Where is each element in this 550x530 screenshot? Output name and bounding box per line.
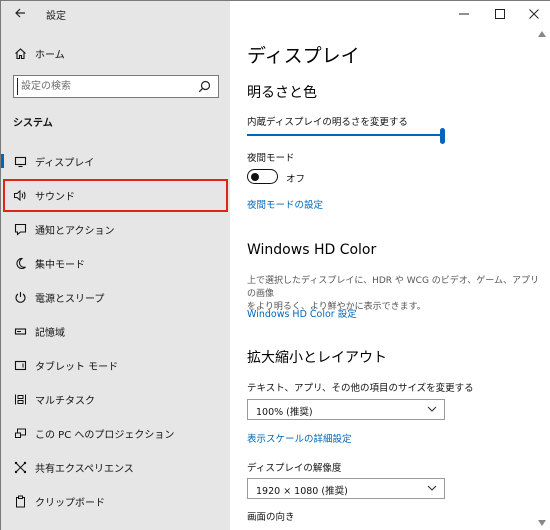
search-input[interactable]	[17, 78, 192, 95]
sidebar-item-label: 通知とアクション	[35, 225, 115, 237]
night-mode-settings-link[interactable]: 夜間モードの設定	[247, 197, 323, 211]
sidebar-item-label: この PC へのプロジェクション	[35, 429, 175, 441]
settings-window: 設定 ホーム システム ディスプレイ	[0, 0, 550, 530]
resolution-dropdown-value: 1920 × 1080 (推奨)	[256, 486, 348, 497]
sidebar-item-label: タブレット モード	[35, 361, 119, 373]
brightness-slider-thumb[interactable]	[440, 128, 445, 144]
sidebar-item-focus[interactable]: 集中モード	[1, 246, 230, 280]
night-mode-state: オフ	[286, 174, 306, 185]
section-label-system: システム	[13, 118, 53, 129]
storage-icon	[13, 324, 27, 338]
night-mode-label: 夜間モード	[247, 153, 295, 164]
window-title: 設定	[46, 11, 66, 22]
resolution-dropdown[interactable]: 1920 × 1080 (推奨)	[247, 478, 445, 499]
brightness-slider-label: 内蔵ディスプレイの明るさを変更する	[247, 117, 408, 128]
home-icon	[13, 46, 27, 60]
sidebar-item-projection[interactable]: この PC へのプロジェクション	[1, 416, 230, 450]
sidebar-item-label: 記憶域	[35, 327, 65, 339]
sidebar-item-label: ディスプレイ	[35, 157, 95, 169]
sidebar-item-label: マルチタスク	[35, 395, 95, 407]
orientation-label: 画面の向き	[247, 512, 295, 523]
scale-dropdown-value: 100% (推奨)	[256, 407, 313, 418]
sidebar-item-notifications[interactable]: 通知とアクション	[1, 212, 230, 246]
page-title: ディスプレイ	[247, 45, 360, 67]
sidebar-item-label: 集中モード	[35, 259, 85, 271]
brightness-slider-track[interactable]	[247, 134, 443, 136]
night-mode-toggle[interactable]	[247, 169, 278, 184]
back-arrow-icon[interactable]	[13, 6, 27, 20]
moon-icon	[13, 256, 27, 270]
scroll-up-icon[interactable]	[538, 31, 546, 37]
highlight-frame	[3, 179, 228, 212]
sidebar-item-shared-experiences[interactable]: 共有エクスペリエンス	[1, 450, 230, 484]
sidebar-item-home-label: ホーム	[35, 49, 65, 61]
advanced-scaling-link[interactable]: 表示スケールの詳細設定	[247, 431, 352, 445]
sidebar-item-multitask[interactable]: マルチタスク	[1, 382, 230, 416]
toggle-knob	[251, 172, 259, 181]
hd-color-desc-line1: 上で選択したディスプレイに、HDR や WCG のビデオ、ゲーム、アプリの画像	[247, 276, 539, 299]
power-icon	[13, 290, 27, 304]
sidebar-item-clipboard[interactable]: クリップボード	[1, 484, 230, 518]
minimize-button[interactable]	[444, 1, 484, 27]
chevron-down-icon	[427, 485, 437, 491]
notification-icon	[13, 222, 27, 236]
chevron-down-icon	[427, 406, 437, 412]
hd-color-heading: Windows HD Color	[247, 242, 377, 258]
scale-dropdown[interactable]: 100% (推奨)	[247, 399, 445, 420]
scroll-down-icon[interactable]	[538, 520, 546, 526]
sidebar-item-power[interactable]: 電源とスリープ	[1, 280, 230, 314]
sidebar-item-tablet[interactable]: タブレット モード	[1, 348, 230, 382]
sidebar-item-label: 電源とスリープ	[35, 293, 105, 305]
multitask-icon	[13, 392, 27, 406]
sidebar-item-label: クリップボード	[35, 497, 105, 509]
size-label: テキスト、アプリ、その他の項目のサイズを変更する	[247, 383, 474, 394]
monitor-icon	[13, 154, 27, 168]
resolution-label: ディスプレイの解像度	[247, 463, 342, 474]
tablet-icon	[13, 358, 27, 372]
brightness-heading: 明るさと色	[247, 85, 317, 101]
sidebar-item-label: 共有エクスペリエンス	[35, 463, 134, 475]
sidebar: 設定 ホーム システム ディスプレイ	[1, 1, 230, 530]
sidebar-item-home[interactable]: ホーム	[1, 36, 230, 70]
share-icon	[13, 460, 27, 474]
main-pane: ディスプレイ 明るさと色 内蔵ディスプレイの明るさを変更する 夜間モード オフ …	[230, 1, 550, 530]
sidebar-item-display[interactable]: ディスプレイ	[1, 144, 230, 178]
close-button[interactable]	[514, 1, 550, 27]
search-box[interactable]	[13, 75, 219, 98]
clipboard-icon	[13, 494, 27, 508]
projection-icon	[13, 426, 27, 440]
sidebar-item-storage[interactable]: 記憶域	[1, 314, 230, 348]
search-icon[interactable]	[198, 80, 212, 94]
scale-layout-heading: 拡大縮小とレイアウト	[247, 350, 387, 366]
hd-color-settings-link[interactable]: Windows HD Color 設定	[247, 306, 357, 320]
